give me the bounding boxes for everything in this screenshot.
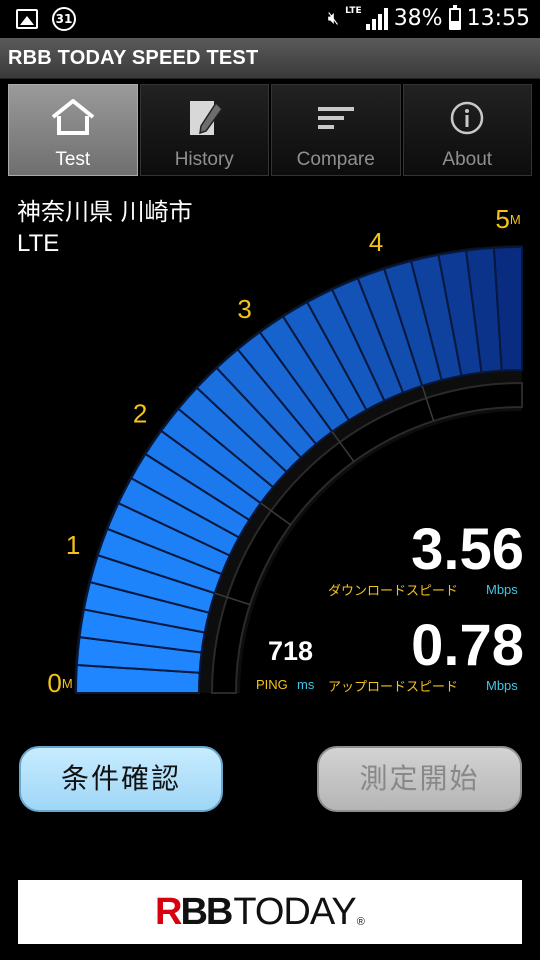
tab-history[interactable]: History (139, 84, 269, 176)
tab-about[interactable]: About (402, 84, 532, 176)
app-title: RBB TODAY SPEED TEST (8, 47, 259, 69)
info-icon (451, 101, 484, 135)
ping-unit: ms (297, 677, 315, 692)
gauge-scale-label: 4 (369, 227, 383, 257)
calendar-badge-icon: 31 (52, 7, 76, 31)
upload-speed-value: 0.78 (411, 613, 524, 678)
tab-history-label: History (174, 149, 234, 170)
status-bar: 31 🔇︎ LTE 38% 13:55 (0, 0, 540, 38)
signal-icon (365, 7, 388, 30)
ad-banner[interactable]: R BB TODAY ® (18, 880, 522, 944)
ping-label: PING (256, 677, 288, 692)
upload-speed-unit: Mbps (486, 678, 518, 693)
gauge-scale-label: 5M (495, 204, 520, 234)
download-speed-value: 3.56 (411, 517, 524, 582)
network-type: LTE (345, 5, 362, 16)
compare-lines-icon (317, 107, 354, 129)
ping-value: 718 (268, 636, 314, 666)
home-icon (51, 99, 94, 135)
tab-test[interactable]: Test (8, 84, 138, 176)
notepad-pencil-icon (190, 101, 224, 135)
gauge-scale-label: 3 (237, 294, 251, 324)
gauge-scale-label: 2 (133, 398, 147, 428)
gallery-icon (16, 9, 38, 29)
gauge-scale-label: 0M (47, 668, 72, 698)
upload-speed-label: アップロードスピード (328, 680, 459, 695)
clock: 13:55 (466, 6, 530, 31)
tab-bar: Test History Compare About (8, 84, 532, 176)
tab-test-label: Test (55, 149, 91, 170)
check-conditions-button[interactable]: 条件確認 (19, 746, 223, 812)
app-title-bar: RBB TODAY SPEED TEST (0, 38, 540, 79)
tab-compare-label: Compare (296, 149, 375, 170)
battery-icon (448, 4, 461, 30)
download-speed-unit: Mbps (486, 582, 518, 597)
battery-percent: 38% (393, 6, 443, 31)
gauge-scale-label: 1 (66, 530, 80, 560)
rbb-today-logo: R BB TODAY ® (155, 891, 365, 933)
mute-icon: 🔇︎ (327, 8, 340, 29)
tab-compare[interactable]: Compare (271, 84, 401, 176)
start-measurement-button[interactable]: 測定開始 (317, 746, 522, 812)
download-speed-label: ダウンロードスピード (328, 584, 459, 599)
tab-about-label: About (442, 149, 493, 170)
